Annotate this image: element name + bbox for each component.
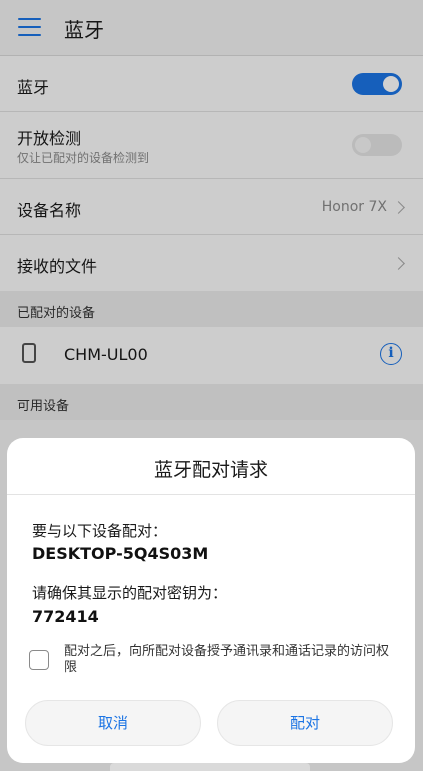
pair-button[interactable]: 配对 — [217, 700, 393, 746]
pairing-request-dialog: 蓝牙配对请求 要与以下设备配对： DESKTOP-5Q4S03M 请确保其显示的… — [7, 438, 415, 763]
pair-with-label: 要与以下设备配对： — [32, 522, 168, 540]
cancel-button[interactable]: 取消 — [25, 700, 201, 746]
passkey-confirm-label: 请确保其显示的配对密钥为： — [32, 584, 228, 602]
contacts-access-label[interactable]: 配对之后，向所配对设备授予通讯录和通话记录的访问权限 — [64, 644, 394, 676]
dialog-title: 蓝牙配对请求 — [153, 459, 268, 481]
passkey-value: 772414 — [32, 607, 99, 626]
remote-device-name: DESKTOP-5Q4S03M — [32, 544, 209, 563]
contacts-access-checkbox[interactable] — [29, 650, 49, 670]
dialog-divider — [7, 494, 415, 495]
bottom-nav-handle — [110, 763, 310, 771]
